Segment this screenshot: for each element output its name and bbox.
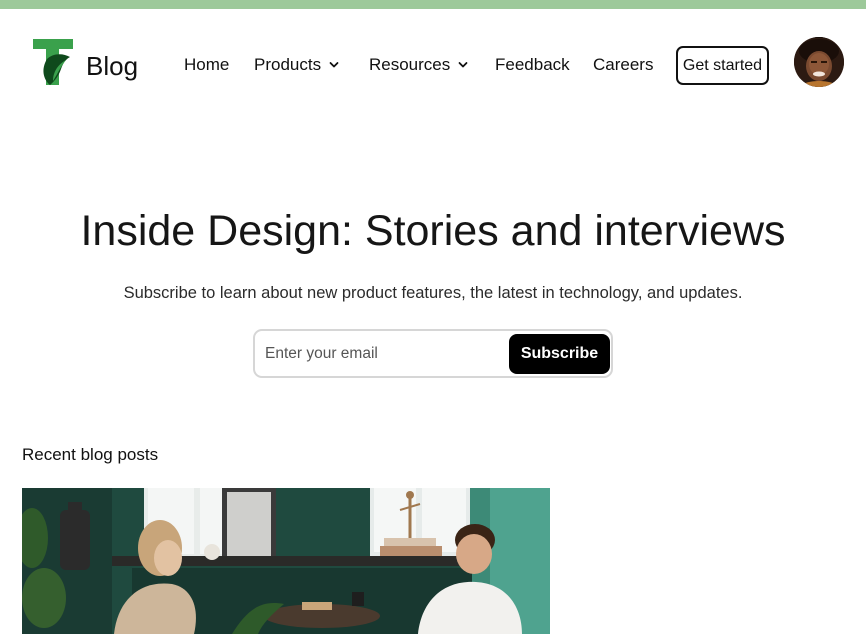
nav-feedback[interactable]: Feedback xyxy=(495,54,570,76)
blog-post-photo xyxy=(22,488,550,634)
subscribe-button[interactable]: Subscribe xyxy=(509,334,610,374)
user-avatar[interactable] xyxy=(794,37,844,87)
nav-resources[interactable]: Resources xyxy=(369,54,469,76)
subscribe-form: Subscribe xyxy=(253,329,613,378)
nav-resources-label: Resources xyxy=(369,55,451,74)
nav-careers[interactable]: Careers xyxy=(593,54,653,76)
nav-products[interactable]: Products xyxy=(254,54,340,76)
chevron-down-icon xyxy=(458,62,468,68)
page-subtitle: Subscribe to learn about new product fea… xyxy=(123,284,743,302)
recent-posts-heading: Recent blog posts xyxy=(22,445,159,464)
nav-products-label: Products xyxy=(254,55,322,74)
nav-careers-label: Careers xyxy=(593,55,654,74)
chevron-down-icon xyxy=(329,62,339,68)
logo-icon[interactable] xyxy=(33,39,75,85)
email-input[interactable] xyxy=(265,340,505,368)
nav-home-label: Home xyxy=(184,55,230,74)
get-started-button[interactable]: Get started xyxy=(676,46,769,85)
avatar-image xyxy=(794,37,844,87)
nav-home[interactable]: Home xyxy=(184,54,229,76)
brand-name[interactable]: Blog xyxy=(86,51,138,81)
page-title: Inside Design: Stories and interviews xyxy=(80,207,786,255)
blog-post-image[interactable] xyxy=(22,488,550,634)
top-accent-strip xyxy=(0,0,866,9)
nav-feedback-label: Feedback xyxy=(495,55,570,74)
